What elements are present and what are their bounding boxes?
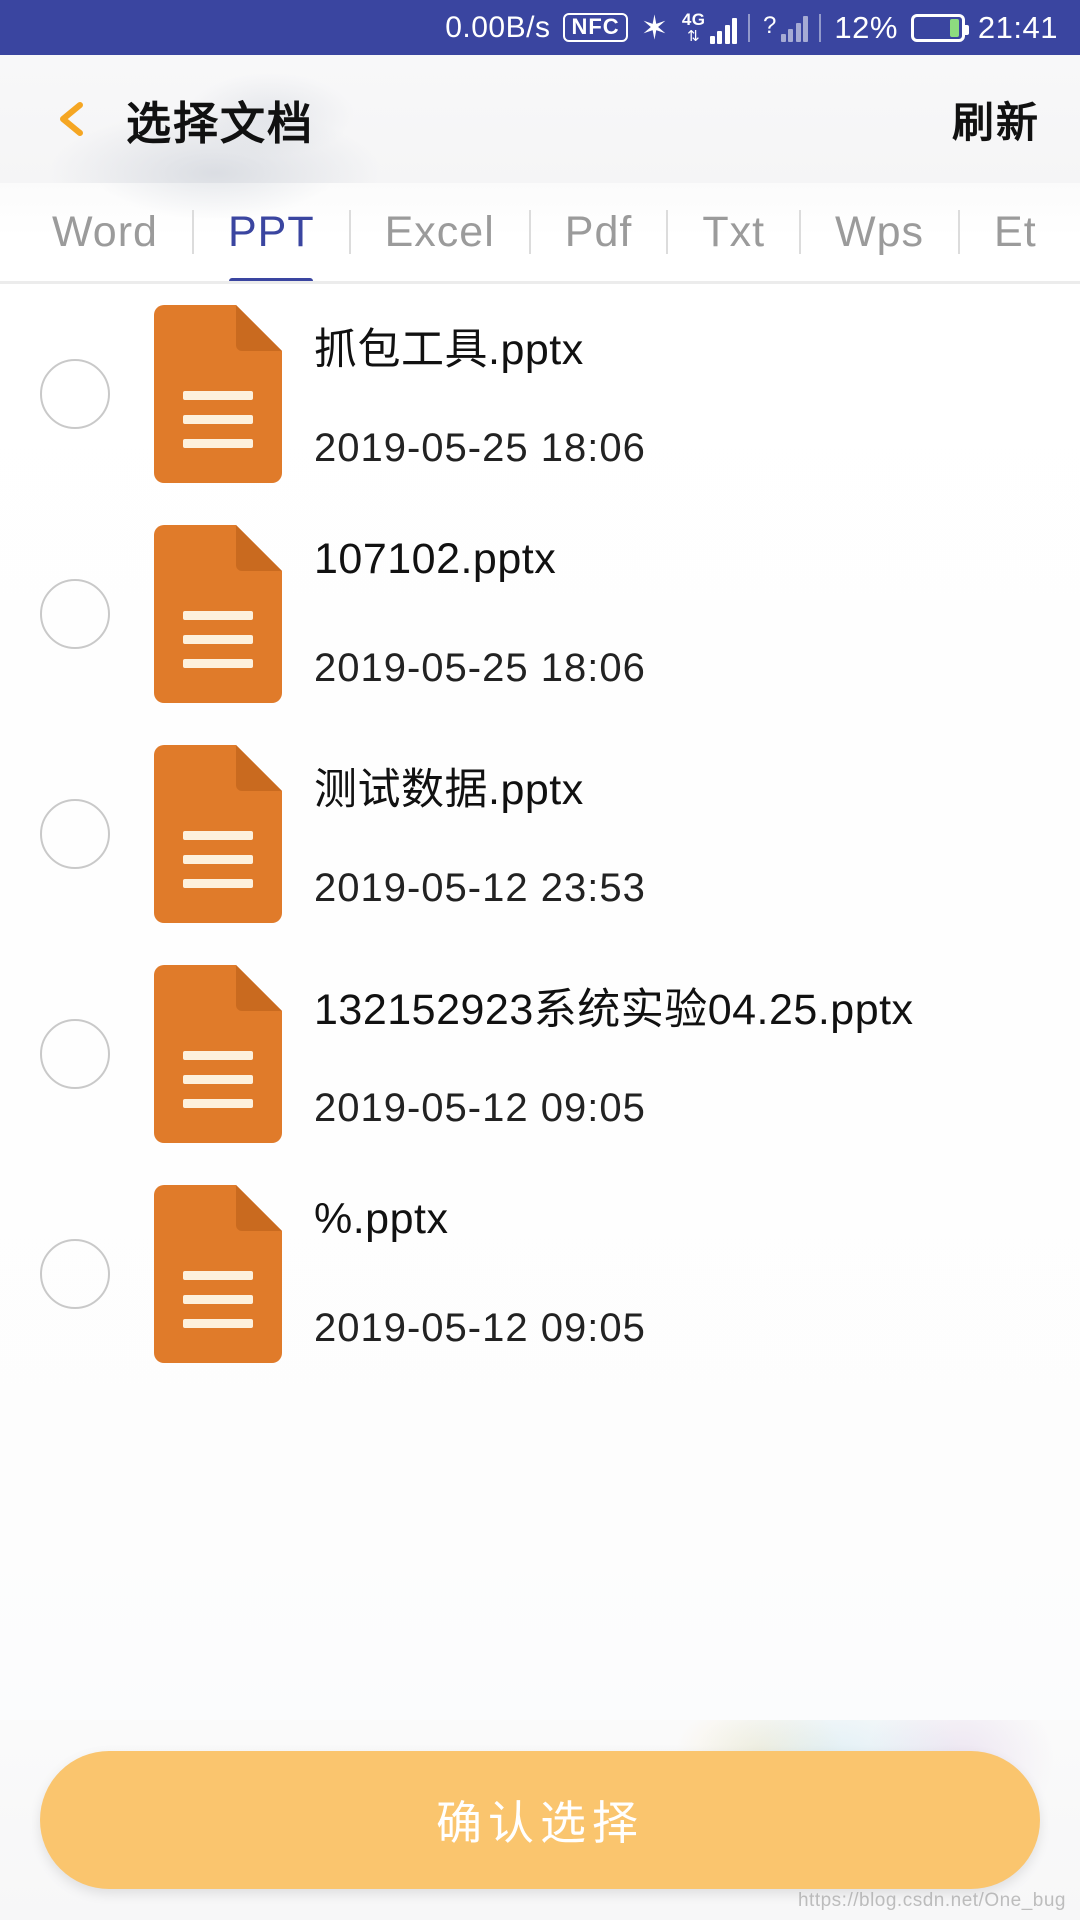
- row-text-block: %.pptx 2019-05-12 09:05: [314, 1189, 1044, 1359]
- battery-icon: [910, 13, 969, 42]
- sim2-signal-icon: ?: [763, 11, 809, 42]
- row-text-block: 132152923系统实验04.25.pptx 2019-05-12 09:05: [314, 969, 1044, 1139]
- sim1-network-type-label: 4G ⇅: [681, 10, 706, 45]
- network-speed-text: 0.00B/s: [445, 10, 551, 44]
- status-divider: [748, 13, 751, 42]
- sim2-bars-icon: [780, 14, 809, 42]
- sim2-unknown-label: ?: [763, 11, 777, 39]
- file-name: %.pptx: [314, 1195, 449, 1243]
- tab-txt[interactable]: Txt: [668, 183, 799, 281]
- status-bar: 0.00B/s NFC ✶ 4G ⇅ ? 12% 21:41: [0, 0, 1080, 55]
- file-date: 2019-05-25 18:06: [314, 426, 646, 470]
- page-title: 选择文档: [126, 97, 315, 149]
- ppt-file-icon: [148, 1185, 288, 1363]
- back-button[interactable]: [40, 79, 104, 159]
- file-date: 2019-05-12 23:53: [314, 866, 646, 910]
- tab-et[interactable]: Et: [960, 183, 1071, 281]
- ppt-file-icon: [148, 525, 288, 703]
- row-text-block: 抓包工具.pptx 2019-05-25 18:06: [314, 309, 1044, 479]
- bottom-action-bar: 确认选择 https://blog.csdn.net/One_bug: [0, 1720, 1080, 1920]
- row-checkbox[interactable]: [40, 359, 110, 429]
- row-text-block: 测试数据.pptx 2019-05-12 23:53: [314, 749, 1044, 919]
- file-date: 2019-05-25 18:06: [314, 646, 646, 690]
- tab-ppt[interactable]: PPT: [194, 183, 349, 281]
- status-divider-2: [819, 13, 822, 42]
- tab-label: Excel: [384, 207, 495, 256]
- tab-pdf[interactable]: Pdf: [531, 183, 667, 281]
- file-type-tabbar[interactable]: Word PPT Excel Pdf Txt Wps Et: [0, 183, 1080, 284]
- bluetooth-icon: ✶: [640, 9, 669, 46]
- row-text-block: 107102.pptx 2019-05-25 18:06: [314, 529, 1044, 699]
- table-row[interactable]: %.pptx 2019-05-12 09:05: [0, 1164, 1080, 1384]
- tab-label: Pdf: [564, 207, 633, 256]
- chevron-left-icon: [60, 102, 83, 136]
- tab-label: PPT: [227, 207, 315, 256]
- tab-label: Word: [52, 207, 158, 256]
- refresh-button[interactable]: 刷新: [952, 89, 1040, 150]
- file-name: 测试数据.pptx: [314, 766, 584, 814]
- tab-wps[interactable]: Wps: [801, 183, 958, 281]
- app-header: 选择文档 刷新: [0, 55, 1080, 183]
- row-checkbox[interactable]: [40, 799, 110, 869]
- row-checkbox[interactable]: [40, 1239, 110, 1309]
- table-row[interactable]: 测试数据.pptx 2019-05-12 23:53: [0, 724, 1080, 944]
- tab-label: Et: [994, 207, 1037, 256]
- file-name: 107102.pptx: [314, 535, 557, 583]
- ppt-file-icon: [148, 965, 288, 1143]
- file-date: 2019-05-12 09:05: [314, 1086, 646, 1130]
- file-name: 132152923系统实验04.25.pptx: [314, 986, 914, 1034]
- confirm-selection-button[interactable]: 确认选择: [40, 1751, 1040, 1889]
- ppt-file-icon: [148, 305, 288, 483]
- table-row[interactable]: 132152923系统实验04.25.pptx 2019-05-12 09:05: [0, 944, 1080, 1164]
- row-checkbox[interactable]: [40, 579, 110, 649]
- row-checkbox[interactable]: [40, 1019, 110, 1089]
- tab-word[interactable]: Word: [18, 183, 192, 281]
- battery-percent-text: 12%: [834, 10, 898, 45]
- tabs-scroll-container[interactable]: Word PPT Excel Pdf Txt Wps Et: [0, 183, 1080, 281]
- clock-text: 21:41: [977, 10, 1058, 45]
- nfc-icon: NFC: [563, 13, 628, 42]
- file-name: 抓包工具.pptx: [314, 326, 584, 374]
- app-root: 0.00B/s NFC ✶ 4G ⇅ ? 12% 21:41 选择文档 刷新 W…: [0, 0, 1080, 1920]
- tab-label: Txt: [702, 207, 766, 256]
- sim1-signal-icon: 4G ⇅: [681, 10, 738, 45]
- file-date: 2019-05-12 09:05: [314, 1306, 646, 1350]
- table-row[interactable]: 抓包工具.pptx 2019-05-25 18:06: [0, 284, 1080, 504]
- table-row[interactable]: 107102.pptx 2019-05-25 18:06: [0, 504, 1080, 724]
- sim1-bars-icon: [709, 16, 738, 44]
- tab-excel[interactable]: Excel: [351, 183, 529, 281]
- tab-label: Wps: [835, 207, 925, 256]
- file-list[interactable]: 抓包工具.pptx 2019-05-25 18:06 107102.pptx 2…: [0, 284, 1080, 1720]
- watermark-url: https://blog.csdn.net/One_bug: [797, 1890, 1066, 1911]
- ppt-file-icon: [148, 745, 288, 923]
